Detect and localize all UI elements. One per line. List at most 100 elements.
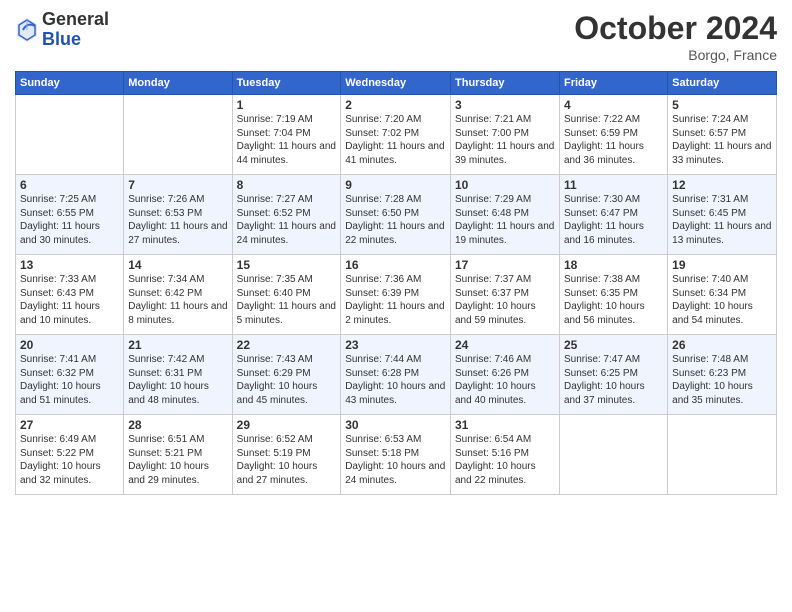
day-info: Sunrise: 7:27 AM Sunset: 6:52 PM Dayligh… bbox=[237, 193, 337, 247]
table-row: 10Sunrise: 7:29 AM Sunset: 6:48 PM Dayli… bbox=[451, 175, 560, 255]
calendar-week-3: 13Sunrise: 7:33 AM Sunset: 6:43 PM Dayli… bbox=[16, 255, 777, 335]
day-info: Sunrise: 7:19 AM Sunset: 7:04 PM Dayligh… bbox=[237, 113, 337, 167]
day-number: 28 bbox=[128, 418, 227, 432]
table-row: 23Sunrise: 7:44 AM Sunset: 6:28 PM Dayli… bbox=[341, 335, 451, 415]
day-number: 27 bbox=[20, 418, 119, 432]
day-number: 13 bbox=[20, 258, 119, 272]
day-info: Sunrise: 7:22 AM Sunset: 6:59 PM Dayligh… bbox=[564, 113, 663, 167]
table-row: 25Sunrise: 7:47 AM Sunset: 6:25 PM Dayli… bbox=[559, 335, 667, 415]
day-number: 24 bbox=[455, 338, 555, 352]
day-number: 3 bbox=[455, 98, 555, 112]
day-number: 15 bbox=[237, 258, 337, 272]
day-info: Sunrise: 7:33 AM Sunset: 6:43 PM Dayligh… bbox=[20, 273, 119, 327]
table-row: 21Sunrise: 7:42 AM Sunset: 6:31 PM Dayli… bbox=[124, 335, 232, 415]
table-row: 19Sunrise: 7:40 AM Sunset: 6:34 PM Dayli… bbox=[668, 255, 777, 335]
day-info: Sunrise: 7:30 AM Sunset: 6:47 PM Dayligh… bbox=[564, 193, 663, 247]
day-number: 16 bbox=[345, 258, 446, 272]
calendar-week-5: 27Sunrise: 6:49 AM Sunset: 5:22 PM Dayli… bbox=[16, 415, 777, 495]
day-number: 14 bbox=[128, 258, 227, 272]
day-info: Sunrise: 6:49 AM Sunset: 5:22 PM Dayligh… bbox=[20, 433, 119, 487]
header-monday: Monday bbox=[124, 72, 232, 95]
calendar-header-row: Sunday Monday Tuesday Wednesday Thursday… bbox=[16, 72, 777, 95]
day-info: Sunrise: 7:31 AM Sunset: 6:45 PM Dayligh… bbox=[672, 193, 772, 247]
table-row: 1Sunrise: 7:19 AM Sunset: 7:04 PM Daylig… bbox=[232, 95, 341, 175]
day-info: Sunrise: 6:51 AM Sunset: 5:21 PM Dayligh… bbox=[128, 433, 227, 487]
month-title: October 2024 bbox=[574, 10, 777, 47]
day-info: Sunrise: 7:47 AM Sunset: 6:25 PM Dayligh… bbox=[564, 353, 663, 407]
day-number: 1 bbox=[237, 98, 337, 112]
table-row: 8Sunrise: 7:27 AM Sunset: 6:52 PM Daylig… bbox=[232, 175, 341, 255]
table-row: 15Sunrise: 7:35 AM Sunset: 6:40 PM Dayli… bbox=[232, 255, 341, 335]
table-row: 22Sunrise: 7:43 AM Sunset: 6:29 PM Dayli… bbox=[232, 335, 341, 415]
header-wednesday: Wednesday bbox=[341, 72, 451, 95]
page: General Blue October 2024 Borgo, France … bbox=[0, 0, 792, 612]
day-number: 23 bbox=[345, 338, 446, 352]
table-row bbox=[124, 95, 232, 175]
table-row: 11Sunrise: 7:30 AM Sunset: 6:47 PM Dayli… bbox=[559, 175, 667, 255]
day-info: Sunrise: 7:44 AM Sunset: 6:28 PM Dayligh… bbox=[345, 353, 446, 407]
day-number: 11 bbox=[564, 178, 663, 192]
day-number: 7 bbox=[128, 178, 227, 192]
table-row: 16Sunrise: 7:36 AM Sunset: 6:39 PM Dayli… bbox=[341, 255, 451, 335]
calendar-table: Sunday Monday Tuesday Wednesday Thursday… bbox=[15, 71, 777, 495]
day-number: 2 bbox=[345, 98, 446, 112]
table-row: 7Sunrise: 7:26 AM Sunset: 6:53 PM Daylig… bbox=[124, 175, 232, 255]
day-number: 18 bbox=[564, 258, 663, 272]
table-row: 28Sunrise: 6:51 AM Sunset: 5:21 PM Dayli… bbox=[124, 415, 232, 495]
logo: General Blue bbox=[15, 10, 109, 50]
title-block: October 2024 Borgo, France bbox=[574, 10, 777, 63]
logo-text: General Blue bbox=[42, 10, 109, 50]
day-number: 21 bbox=[128, 338, 227, 352]
day-info: Sunrise: 7:43 AM Sunset: 6:29 PM Dayligh… bbox=[237, 353, 337, 407]
table-row: 13Sunrise: 7:33 AM Sunset: 6:43 PM Dayli… bbox=[16, 255, 124, 335]
day-number: 5 bbox=[672, 98, 772, 112]
day-info: Sunrise: 7:25 AM Sunset: 6:55 PM Dayligh… bbox=[20, 193, 119, 247]
calendar-week-4: 20Sunrise: 7:41 AM Sunset: 6:32 PM Dayli… bbox=[16, 335, 777, 415]
day-number: 31 bbox=[455, 418, 555, 432]
day-info: Sunrise: 7:34 AM Sunset: 6:42 PM Dayligh… bbox=[128, 273, 227, 327]
table-row: 24Sunrise: 7:46 AM Sunset: 6:26 PM Dayli… bbox=[451, 335, 560, 415]
logo-general: General bbox=[42, 10, 109, 30]
day-number: 12 bbox=[672, 178, 772, 192]
table-row: 26Sunrise: 7:48 AM Sunset: 6:23 PM Dayli… bbox=[668, 335, 777, 415]
table-row: 5Sunrise: 7:24 AM Sunset: 6:57 PM Daylig… bbox=[668, 95, 777, 175]
table-row: 20Sunrise: 7:41 AM Sunset: 6:32 PM Dayli… bbox=[16, 335, 124, 415]
table-row: 17Sunrise: 7:37 AM Sunset: 6:37 PM Dayli… bbox=[451, 255, 560, 335]
day-number: 6 bbox=[20, 178, 119, 192]
table-row: 4Sunrise: 7:22 AM Sunset: 6:59 PM Daylig… bbox=[559, 95, 667, 175]
day-number: 30 bbox=[345, 418, 446, 432]
day-info: Sunrise: 7:36 AM Sunset: 6:39 PM Dayligh… bbox=[345, 273, 446, 327]
header-saturday: Saturday bbox=[668, 72, 777, 95]
day-info: Sunrise: 6:54 AM Sunset: 5:16 PM Dayligh… bbox=[455, 433, 555, 487]
day-info: Sunrise: 7:40 AM Sunset: 6:34 PM Dayligh… bbox=[672, 273, 772, 327]
table-row: 31Sunrise: 6:54 AM Sunset: 5:16 PM Dayli… bbox=[451, 415, 560, 495]
location: Borgo, France bbox=[574, 47, 777, 63]
table-row bbox=[668, 415, 777, 495]
day-number: 29 bbox=[237, 418, 337, 432]
table-row: 9Sunrise: 7:28 AM Sunset: 6:50 PM Daylig… bbox=[341, 175, 451, 255]
day-number: 10 bbox=[455, 178, 555, 192]
day-info: Sunrise: 6:52 AM Sunset: 5:19 PM Dayligh… bbox=[237, 433, 337, 487]
day-info: Sunrise: 7:42 AM Sunset: 6:31 PM Dayligh… bbox=[128, 353, 227, 407]
day-number: 19 bbox=[672, 258, 772, 272]
day-info: Sunrise: 7:48 AM Sunset: 6:23 PM Dayligh… bbox=[672, 353, 772, 407]
day-info: Sunrise: 7:41 AM Sunset: 6:32 PM Dayligh… bbox=[20, 353, 119, 407]
header: General Blue October 2024 Borgo, France bbox=[15, 10, 777, 63]
logo-blue: Blue bbox=[42, 30, 109, 50]
day-info: Sunrise: 7:37 AM Sunset: 6:37 PM Dayligh… bbox=[455, 273, 555, 327]
header-sunday: Sunday bbox=[16, 72, 124, 95]
table-row: 3Sunrise: 7:21 AM Sunset: 7:00 PM Daylig… bbox=[451, 95, 560, 175]
day-number: 20 bbox=[20, 338, 119, 352]
table-row: 27Sunrise: 6:49 AM Sunset: 5:22 PM Dayli… bbox=[16, 415, 124, 495]
day-number: 17 bbox=[455, 258, 555, 272]
header-thursday: Thursday bbox=[451, 72, 560, 95]
day-info: Sunrise: 7:35 AM Sunset: 6:40 PM Dayligh… bbox=[237, 273, 337, 327]
table-row: 12Sunrise: 7:31 AM Sunset: 6:45 PM Dayli… bbox=[668, 175, 777, 255]
day-number: 26 bbox=[672, 338, 772, 352]
day-info: Sunrise: 7:26 AM Sunset: 6:53 PM Dayligh… bbox=[128, 193, 227, 247]
table-row: 14Sunrise: 7:34 AM Sunset: 6:42 PM Dayli… bbox=[124, 255, 232, 335]
logo-icon bbox=[15, 16, 39, 44]
day-info: Sunrise: 7:29 AM Sunset: 6:48 PM Dayligh… bbox=[455, 193, 555, 247]
day-info: Sunrise: 7:24 AM Sunset: 6:57 PM Dayligh… bbox=[672, 113, 772, 167]
day-info: Sunrise: 7:46 AM Sunset: 6:26 PM Dayligh… bbox=[455, 353, 555, 407]
